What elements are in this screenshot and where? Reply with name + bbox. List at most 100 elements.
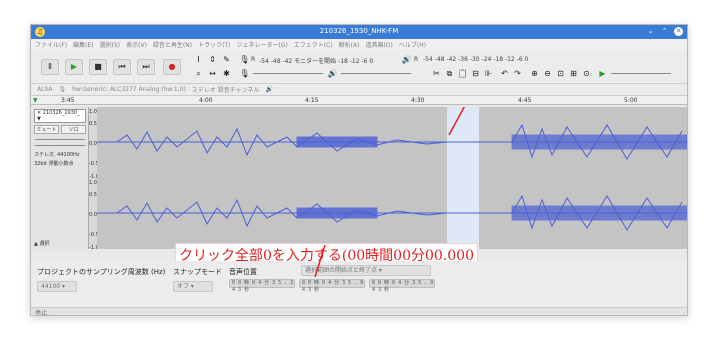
play-meter-ticks[interactable]: -54 -48 -42 -36 -30 -24 -18 -12 -6 0: [423, 56, 528, 63]
selection-toolbar: プロジェクトのサンプリング周波数 (Hz) 44100 ▾ スナップモード オフ…: [31, 245, 687, 307]
copy-icon[interactable]: ⧉: [444, 68, 455, 79]
track-select-button[interactable]: ▲ 選択: [34, 240, 49, 247]
silence-icon[interactable]: ⊪: [483, 68, 494, 79]
multi-tool-icon[interactable]: ✱: [221, 68, 232, 79]
menu-help[interactable]: ヘルプ(H): [399, 40, 426, 49]
menu-tracks[interactable]: トラック(T): [198, 40, 230, 49]
waveform-area[interactable]: [97, 107, 687, 249]
menu-effect[interactable]: エフェクト(C): [294, 40, 333, 49]
project-rate-label: プロジェクトのサンプリング周波数 (Hz): [37, 268, 166, 276]
minimize-icon[interactable]: ⌄: [646, 27, 655, 36]
microphone-icon[interactable]: 🎙: [239, 54, 250, 65]
gain-slider[interactable]: [35, 139, 85, 140]
snap-mode-select[interactable]: オフ ▾: [173, 281, 213, 292]
speaker-icon[interactable]: 🔊: [401, 54, 412, 65]
record-meter-ticks[interactable]: -54 -48 -42 モニターを開始 -18 -12 -6 0: [259, 56, 373, 65]
audio-host-select[interactable]: ALSA: [37, 86, 52, 93]
zoom-in-icon[interactable]: ⊕: [529, 68, 540, 79]
project-rate-select[interactable]: 44100 ▾: [37, 281, 77, 292]
menu-tools[interactable]: 道具箱(O): [365, 40, 392, 49]
pan-slider[interactable]: [35, 145, 85, 146]
ruler-tick: 4:30: [411, 97, 425, 104]
channels-select[interactable]: ステレオ 録音チャンネル: [192, 85, 260, 94]
play-speed-slider[interactable]: [611, 73, 671, 74]
menu-generate[interactable]: ジェネレーター(G): [236, 40, 287, 49]
menu-edit[interactable]: 編集(E): [73, 40, 93, 49]
zoom-toggle-icon[interactable]: ⊙: [581, 68, 592, 79]
record-volume-slider[interactable]: [253, 73, 323, 74]
project-rate-value: 44100: [41, 283, 61, 290]
fit-selection-icon[interactable]: ⊡: [555, 68, 566, 79]
menu-analyze[interactable]: 解析(A): [339, 40, 360, 49]
fit-project-icon[interactable]: ⊞: [568, 68, 579, 79]
draw-tool-icon[interactable]: ✎: [221, 54, 232, 65]
ruler-tick: 4:15: [305, 97, 319, 104]
waveform: [97, 107, 687, 249]
menu-view[interactable]: 表示(V): [126, 40, 147, 49]
window-title: 210326_1930_NHK-FM: [319, 27, 399, 35]
skip-end-button[interactable]: ⏭: [137, 59, 155, 75]
timeline-ruler[interactable]: ▼ 3:45 4:00 4:15 4:30 4:45 5:00: [31, 96, 687, 105]
record-meter-label: R: [251, 56, 256, 63]
mic-icon: 🎙: [58, 86, 67, 93]
menu-bar: ファイル(F) 編集(E) 選択(S) 表示(V) 録音と再生(N) トラック(…: [31, 39, 687, 50]
menu-file[interactable]: ファイル(F): [35, 40, 67, 49]
timeshift-tool-icon[interactable]: ↔: [207, 68, 218, 79]
maximize-icon[interactable]: ⌃: [660, 27, 669, 36]
stop-button[interactable]: ■: [89, 59, 107, 75]
ruler-tick: 4:00: [199, 97, 213, 104]
snap-mode-value: オフ: [177, 283, 190, 290]
track-info-rate: ステレオ, 44100Hz: [34, 152, 80, 158]
undo-icon[interactable]: ↶: [499, 68, 510, 79]
zoom-out-icon[interactable]: ⊖: [542, 68, 553, 79]
snap-mode-label: スナップモード: [173, 268, 222, 276]
menu-transport[interactable]: 録音と再生(N): [153, 40, 192, 49]
play-button[interactable]: ▶: [65, 59, 83, 75]
envelope-tool-icon[interactable]: ⇕: [207, 54, 218, 65]
scale-tick: 0.0-: [89, 141, 99, 147]
input-device-select[interactable]: hw:Generic: ALC3277 Analog (hw:1,0): [72, 86, 186, 93]
pause-button[interactable]: Ⅱ: [41, 59, 59, 75]
amplitude-scale-right: 1.0 0.5- 0.0- -0.5 -1.0: [89, 178, 99, 251]
zoom-tool-icon[interactable]: ⌕: [193, 68, 204, 79]
paste-icon[interactable]: 📋: [457, 68, 468, 79]
trim-icon[interactable]: ⊟: [470, 68, 481, 79]
track-info-format: 32bit 浮動小数点: [34, 161, 74, 167]
play-at-speed-icon[interactable]: ▶: [597, 68, 608, 79]
cut-icon[interactable]: ✂: [431, 68, 442, 79]
track-control-panel: ✕ 210326_1930_ ▼ ミュート ソロ ステレオ, 44100Hz 3…: [32, 107, 89, 249]
timeline-play-head-icon[interactable]: ▼: [33, 97, 38, 104]
selection-start-time[interactable]: 0 0 時 0 4 分 3 5 . 9 4 3 秒: [299, 279, 365, 293]
scale-tick: 0.0-: [89, 212, 99, 218]
mute-button[interactable]: ミュート: [34, 125, 59, 134]
solo-button[interactable]: ソロ: [61, 125, 86, 134]
scale-tick: -1.0: [89, 245, 99, 251]
ruler-tick: 4:45: [518, 97, 532, 104]
skip-start-button[interactable]: ⏮: [113, 59, 131, 75]
selection-end-time[interactable]: 0 0 時 0 4 分 3 5 . 9 4 3 秒: [369, 279, 435, 293]
scale-tick: 0.5-: [89, 121, 99, 127]
annotation-arrow-bottom: [314, 245, 326, 278]
toolbar: Ⅱ ▶ ■ ⏮ ⏭ ● I ⇕ ✎ ⌕ ↔ ✱ 🎙 R -54 -48 -42 …: [31, 50, 687, 84]
close-icon[interactable]: ✕: [674, 27, 683, 36]
scale-tick: -0.5: [89, 232, 99, 238]
selection-tool-icon[interactable]: I: [193, 54, 204, 65]
ruler-tick: 5:00: [624, 97, 638, 104]
track-name-dropdown[interactable]: ✕ 210326_1930_ ▼: [34, 109, 86, 123]
redo-icon[interactable]: ↷: [512, 68, 523, 79]
scale-tick: 0.5-: [89, 192, 99, 198]
status-bar: 停止.: [31, 307, 687, 315]
play-volume-icon: 🔊: [327, 69, 338, 78]
play-volume-slider[interactable]: [341, 73, 411, 74]
amplitude-scale-left: 1.0 0.5- 0.0- -0.5 -1.0: [89, 107, 99, 180]
title-bar: ♫ 210326_1930_NHK-FM ⌄ ⌃ ✕: [31, 25, 687, 39]
ruler-tick: 3:45: [61, 97, 75, 104]
device-toolbar: ALSA 🎙 hw:Generic: ALC3277 Analog (hw:1,…: [31, 84, 687, 96]
output-speaker-icon: 🔊: [265, 86, 274, 93]
record-button[interactable]: ●: [163, 59, 181, 75]
audio-position-label: 音声位置: [229, 268, 257, 276]
audacity-window: ♫ 210326_1930_NHK-FM ⌄ ⌃ ✕ ファイル(F) 編集(E)…: [30, 24, 688, 316]
scale-tick: 1.0: [89, 180, 97, 186]
audio-position-time[interactable]: 0 0 時 0 4 分 3 5 . 3 4 3 秒: [229, 279, 295, 293]
menu-select[interactable]: 選択(S): [100, 40, 121, 49]
